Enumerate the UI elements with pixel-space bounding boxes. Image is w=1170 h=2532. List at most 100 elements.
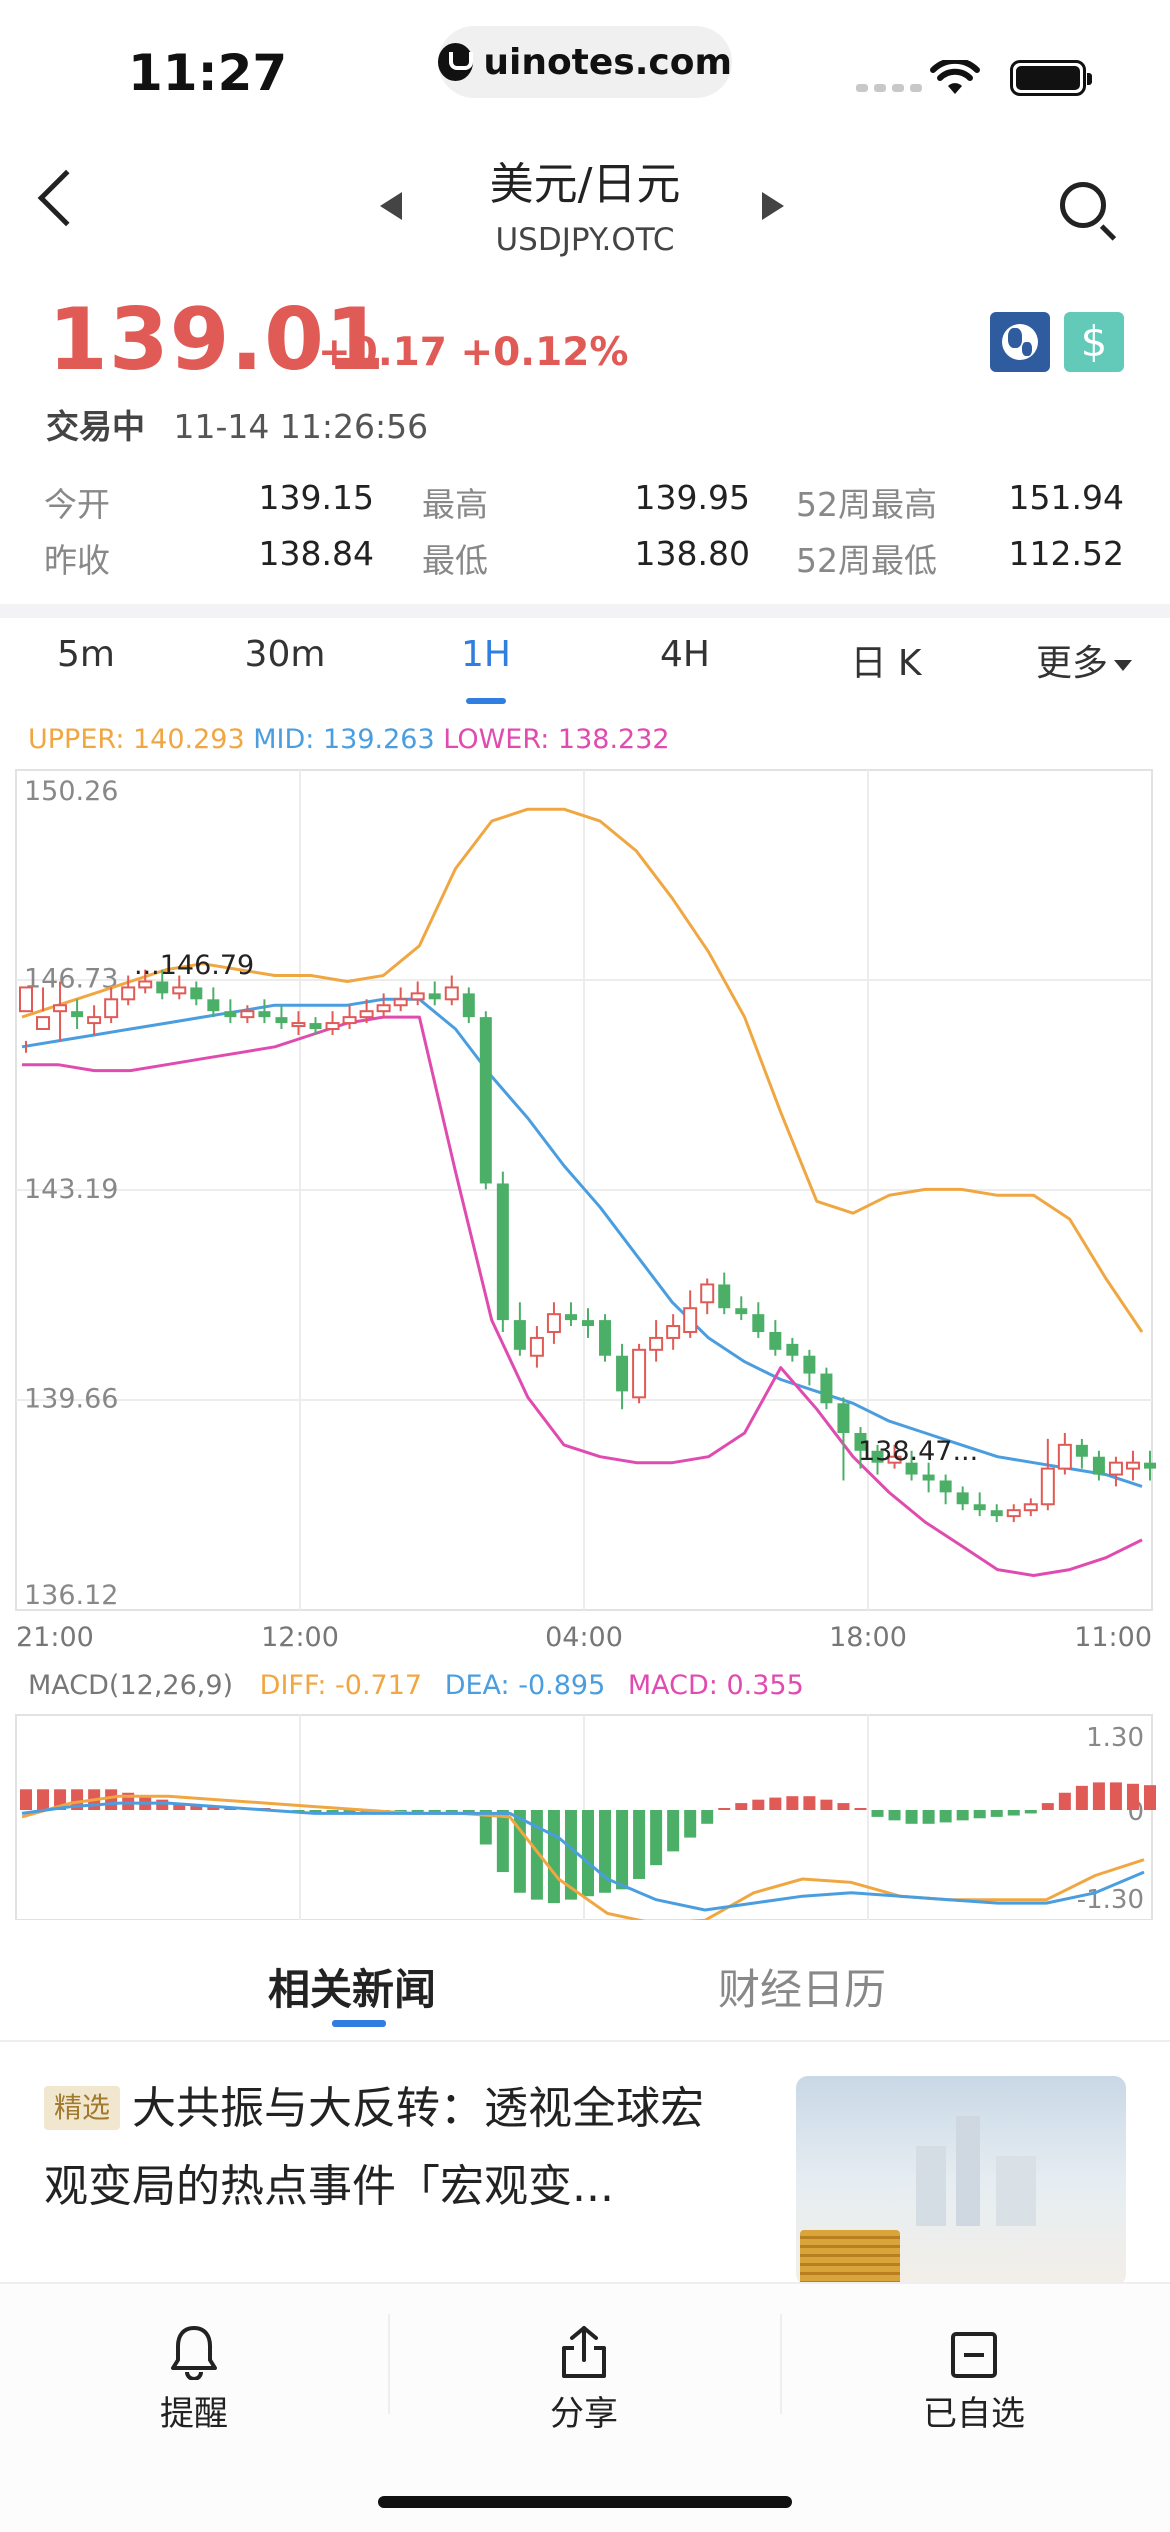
x-tick-label: 12:00 xyxy=(261,1622,339,1653)
candle-body xyxy=(496,1183,509,1321)
tab-30m[interactable]: 30m xyxy=(220,634,350,675)
candle-body xyxy=(342,1016,357,1025)
candle-body xyxy=(683,1307,698,1333)
macd-histogram-bar xyxy=(411,1810,424,1812)
candle-body xyxy=(190,987,203,1000)
tab-5m[interactable]: 5m xyxy=(36,634,136,675)
macd-histogram-bar xyxy=(769,1797,782,1810)
candle-body xyxy=(258,1011,271,1018)
symbol-title: 美元/日元 xyxy=(489,159,681,210)
macd-histogram-bar xyxy=(939,1810,952,1823)
candle-body xyxy=(803,1355,816,1374)
candle-body xyxy=(291,1022,306,1028)
globe-icon[interactable] xyxy=(990,312,1050,372)
high-value: 139.95 xyxy=(634,478,750,517)
stats-grid: 今开 139.15 最高 139.95 52周最高 151.94 昨收 138.… xyxy=(44,478,1124,590)
dollar-icon[interactable]: $ xyxy=(1064,312,1124,372)
candle-body xyxy=(121,986,136,1001)
next-symbol-icon[interactable] xyxy=(762,192,784,220)
toolbar-divider xyxy=(780,2314,782,2414)
candle-body xyxy=(240,1010,255,1019)
tab-econ-calendar[interactable]: 财经日历 xyxy=(718,1956,886,2017)
price-chart[interactable]: 150.26146.73143.19139.66136.1221:00 12:00… xyxy=(0,760,1170,1920)
macd-histogram-bar xyxy=(547,1810,560,1904)
candle-body xyxy=(632,1348,647,1399)
caret-down-icon xyxy=(1114,659,1132,671)
candle-body xyxy=(393,998,408,1007)
macd-histogram-bar xyxy=(37,1789,50,1810)
candle-body xyxy=(752,1314,765,1332)
tab-related-news[interactable]: 相关新闻 xyxy=(268,1956,436,2017)
tab-more[interactable]: 更多 xyxy=(1024,634,1144,686)
nav-bar: 美元/日元 USDJPY.OTC xyxy=(0,130,1170,270)
candle-body xyxy=(428,993,441,1000)
active-tab-indicator xyxy=(466,698,506,704)
section-divider xyxy=(0,604,1170,618)
tab-4h[interactable]: 4H xyxy=(630,634,740,675)
macd-histogram-bar xyxy=(701,1810,714,1824)
candle-body xyxy=(973,1504,986,1511)
news-tab-indicator xyxy=(332,2020,386,2027)
candle-body xyxy=(1125,1461,1140,1470)
candle-body xyxy=(1108,1461,1123,1476)
tab-daily[interactable]: 日 K xyxy=(826,634,946,686)
macd-histogram-bar xyxy=(922,1810,935,1824)
tab-1h[interactable]: 1H xyxy=(436,634,536,675)
candle-body xyxy=(649,1336,664,1351)
candle-body xyxy=(820,1373,833,1404)
search-icon[interactable] xyxy=(1060,182,1106,228)
min-annotation: 138.47... xyxy=(858,1436,978,1467)
candle-body xyxy=(172,986,187,995)
lower-legend: LOWER: 138.232 xyxy=(443,724,670,755)
site-pill[interactable]: uinotes.com xyxy=(438,26,732,98)
prev-close-label: 昨收 xyxy=(44,541,110,580)
macd-histogram-bar xyxy=(905,1810,918,1824)
macd-y-tick: 1.30 xyxy=(1086,1723,1144,1753)
status-bar: 11:27 uinotes.com xyxy=(0,0,1170,120)
low-label: 最低 xyxy=(422,541,488,580)
macd-histogram-bar xyxy=(616,1810,629,1890)
timeframe-tabs: 5m 30m 1H 4H 日 K 更多 xyxy=(0,634,1170,704)
y-tick-label: 136.12 xyxy=(24,1580,118,1611)
candle-body xyxy=(939,1480,952,1493)
watchlist-minus-icon xyxy=(951,2332,997,2378)
high-label: 最高 xyxy=(422,485,488,524)
candle-body xyxy=(87,1016,102,1025)
candle-body xyxy=(735,1308,748,1315)
share-button[interactable]: 分享 xyxy=(484,2314,684,2435)
toolbar-divider xyxy=(388,2314,390,2414)
x-tick-label: 11:00 xyxy=(1074,1622,1152,1653)
share-icon xyxy=(562,2326,606,2378)
macd-histogram-bar xyxy=(1075,1785,1088,1810)
candle-body xyxy=(104,998,119,1019)
battery-icon xyxy=(1010,60,1092,96)
featured-badge: 精选 xyxy=(44,2086,121,2130)
candle-body xyxy=(410,992,425,1001)
macd-histogram-bar xyxy=(888,1810,901,1821)
candle-body xyxy=(138,980,153,989)
alert-button[interactable]: 提醒 xyxy=(94,2314,294,2435)
candle-body xyxy=(837,1403,850,1433)
candle-body xyxy=(582,1320,594,1327)
candle-body xyxy=(275,1017,288,1024)
back-chevron-icon[interactable] xyxy=(37,169,95,227)
candle-body xyxy=(1092,1456,1105,1475)
candle-body xyxy=(53,1004,68,1013)
change-percent: +0.12% xyxy=(460,330,629,375)
candle-body xyxy=(700,1283,715,1304)
article-thumbnail[interactable] xyxy=(796,2076,1126,2286)
low-value: 138.80 xyxy=(634,534,750,573)
candle-body xyxy=(207,999,220,1012)
stats-row: 今开 139.15 最高 139.95 52周最高 151.94 xyxy=(44,478,1124,534)
candle-body xyxy=(529,1336,544,1357)
macd-histogram-bar xyxy=(1144,1785,1156,1810)
news-article[interactable]: 精选 大共振与大反转：透视全球宏观变局的热点事件「宏观变... xyxy=(44,2070,724,2226)
candle-body xyxy=(1006,1509,1021,1518)
site-label: uinotes.com xyxy=(483,41,732,83)
52w-high-value: 151.94 xyxy=(1008,478,1124,517)
candle-body xyxy=(376,1004,391,1013)
bottom-toolbar: 提醒 分享 已自选 xyxy=(0,2282,1170,2532)
x-tick-label: 18:00 xyxy=(829,1622,907,1653)
macd-histogram-bar xyxy=(1126,1783,1139,1810)
watchlist-button[interactable]: 已自选 xyxy=(874,2314,1074,2435)
